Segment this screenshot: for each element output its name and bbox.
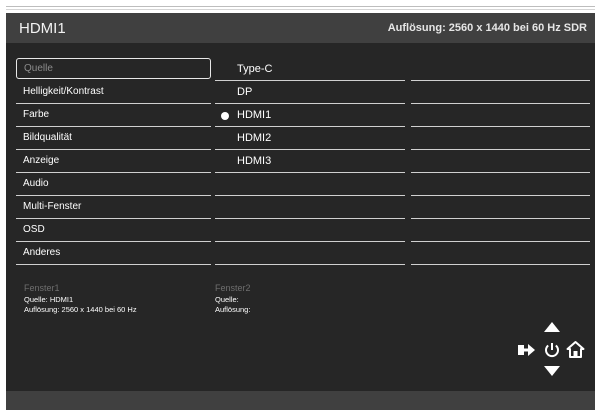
- divider: [215, 264, 405, 265]
- empty-row: [411, 81, 590, 104]
- empty-row: [411, 219, 590, 242]
- empty-row: [411, 58, 590, 81]
- down-arrow-icon[interactable]: [543, 365, 561, 377]
- fenster1-source: Quelle: HDMI1: [24, 295, 74, 304]
- empty-row: [411, 104, 590, 127]
- menu-item-farbe[interactable]: Farbe: [16, 104, 211, 127]
- menu-item-audio[interactable]: Audio: [16, 173, 211, 196]
- menu-item-bildqualitaet[interactable]: Bildqualität: [16, 127, 211, 150]
- option-label: HDMI2: [237, 132, 272, 144]
- empty-row: [411, 150, 590, 173]
- menu-item-anderes[interactable]: Anderes: [16, 242, 211, 265]
- menu-item-label: Multi-Fenster: [23, 201, 82, 212]
- menu-item-label: Anzeige: [23, 155, 60, 166]
- menu-item-label: Helligkeit/Kontrast: [23, 86, 104, 97]
- resolution-info: Auflösung: 2560 x 1440 bei 60 Hz SDR: [387, 22, 587, 34]
- empty-row: [215, 196, 405, 219]
- menu-item-helligkeit-kontrast[interactable]: Helligkeit/Kontrast: [16, 81, 211, 104]
- top-line: [6, 6, 595, 7]
- home-icon[interactable]: [566, 340, 585, 359]
- source-option-type-c[interactable]: Type-C: [215, 58, 405, 81]
- source-option-dp[interactable]: DP: [215, 81, 405, 104]
- fenster1-resolution: Auflösung: 2560 x 1440 bei 60 Hz: [24, 305, 137, 314]
- empty-row: [411, 173, 590, 196]
- menu-item-quelle[interactable]: Quelle: [16, 58, 211, 79]
- option-label: HDMI3: [237, 155, 272, 167]
- divider: [16, 264, 211, 265]
- menu-item-label: Audio: [23, 178, 49, 189]
- menu-item-anzeige[interactable]: Anzeige: [16, 150, 211, 173]
- divider: [411, 264, 590, 265]
- fenster2-source: Quelle:: [215, 295, 239, 304]
- footer-bar: [6, 391, 595, 410]
- menu-item-label: OSD: [23, 224, 45, 235]
- menu-item-label: Farbe: [23, 109, 50, 120]
- empty-row: [215, 219, 405, 242]
- power-icon[interactable]: [543, 341, 561, 359]
- fenster2-resolution: Auflösung:: [215, 305, 251, 314]
- source-option-hdmi1[interactable]: HDMI1: [215, 104, 405, 127]
- top-line-secondary: [6, 9, 595, 10]
- fenster1-title: Fenster1: [24, 283, 60, 293]
- osd-menu: HDMI1 Auflösung: 2560 x 1440 bei 60 Hz S…: [6, 13, 595, 410]
- option-label: DP: [237, 86, 253, 98]
- option-label: HDMI1: [237, 109, 272, 121]
- menu-item-osd[interactable]: OSD: [16, 219, 211, 242]
- source-option-hdmi2[interactable]: HDMI2: [215, 127, 405, 150]
- up-arrow-icon[interactable]: [543, 321, 561, 333]
- empty-row: [411, 127, 590, 150]
- empty-row: [411, 196, 590, 219]
- osd-header: HDMI1 Auflösung: 2560 x 1440 bei 60 Hz S…: [6, 13, 595, 43]
- option-label: Type-C: [237, 63, 273, 75]
- fenster2-title: Fenster2: [215, 283, 251, 293]
- empty-row: [215, 242, 405, 265]
- source-option-hdmi3[interactable]: HDMI3: [215, 150, 405, 173]
- input-icon[interactable]: [516, 340, 536, 360]
- menu-item-label: Bildqualität: [23, 132, 72, 143]
- empty-row: [411, 242, 590, 265]
- input-title: HDMI1: [19, 20, 66, 37]
- empty-row: [215, 173, 405, 196]
- menu-item-multi-fenster[interactable]: Multi-Fenster: [16, 196, 211, 219]
- menu-item-label: Quelle: [24, 63, 53, 74]
- selected-radio-icon: [221, 112, 229, 120]
- menu-item-label: Anderes: [23, 247, 61, 258]
